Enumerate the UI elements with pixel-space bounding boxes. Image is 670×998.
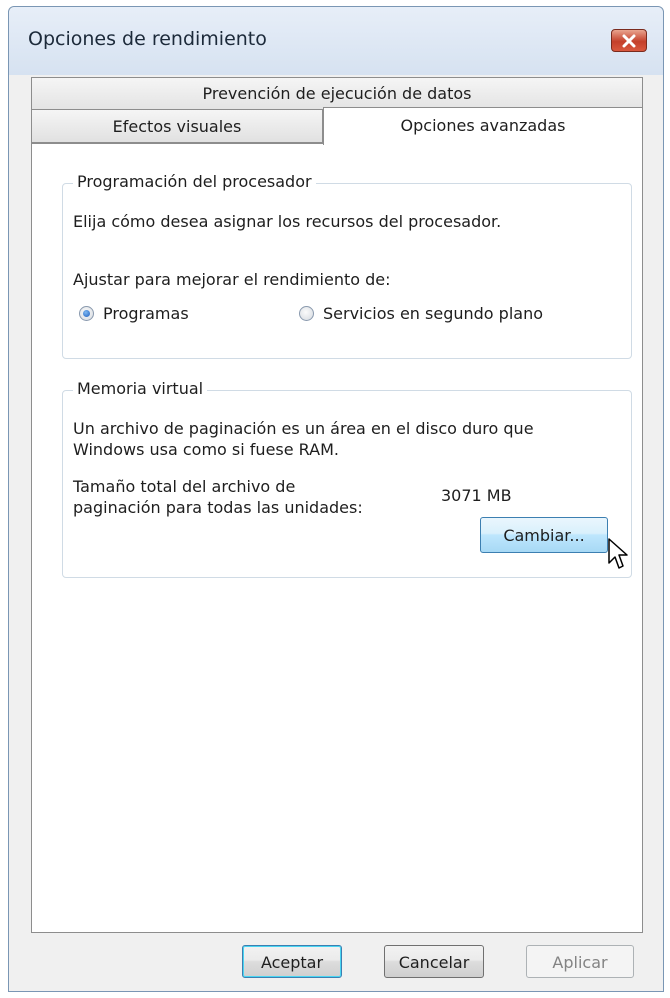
close-button[interactable] xyxy=(611,29,647,52)
paging-total-label-line2: paginación para todas las unidades: xyxy=(73,498,363,517)
radio-programs-label: Programas xyxy=(103,304,189,323)
processor-description: Elija cómo desea asignar los recursos de… xyxy=(73,212,502,231)
performance-options-dialog: Opciones de rendimiento Prevención de ej… xyxy=(8,6,664,992)
tab-visual-effects[interactable]: Efectos visuales xyxy=(31,109,323,143)
window-title: Opciones de rendimiento xyxy=(28,28,267,50)
close-icon xyxy=(622,34,636,47)
virtual-memory-description-line2: Windows usa como si fuese RAM. xyxy=(73,440,339,459)
radio-programs-indicator[interactable] xyxy=(79,306,94,321)
ok-button[interactable]: Aceptar xyxy=(242,945,342,978)
cancel-button[interactable]: Cancelar xyxy=(384,945,484,978)
apply-button[interactable]: Aplicar xyxy=(526,945,634,978)
processor-scheduling-group: Programación del procesador Elija cómo d… xyxy=(62,172,632,359)
change-paging-file-button[interactable]: Cambiar... xyxy=(480,517,608,553)
title-bar[interactable]: Opciones de rendimiento xyxy=(9,7,663,75)
mouse-pointer-icon xyxy=(608,538,628,569)
processor-scheduling-legend: Programación del procesador xyxy=(73,172,316,191)
paging-total-label-line1: Tamaño total del archivo de xyxy=(73,477,296,496)
radio-programs[interactable]: Programas xyxy=(79,302,239,326)
tab-data-execution-prevention[interactable]: Prevención de ejecución de datos xyxy=(31,77,643,109)
paging-total-value: 3071 MB xyxy=(441,486,512,505)
tab-advanced-options[interactable]: Opciones avanzadas xyxy=(323,107,643,145)
radio-background-services[interactable]: Servicios en segundo plano xyxy=(299,302,599,326)
virtual-memory-legend: Memoria virtual xyxy=(73,379,208,398)
radio-background-services-label: Servicios en segundo plano xyxy=(323,304,543,323)
radio-background-services-indicator[interactable] xyxy=(299,306,314,321)
advanced-options-panel: Programación del procesador Elija cómo d… xyxy=(31,143,643,933)
virtual-memory-description-line1: Un archivo de paginación es un área en e… xyxy=(73,419,534,438)
adjust-performance-label: Ajustar para mejorar el rendimiento de: xyxy=(73,270,391,289)
